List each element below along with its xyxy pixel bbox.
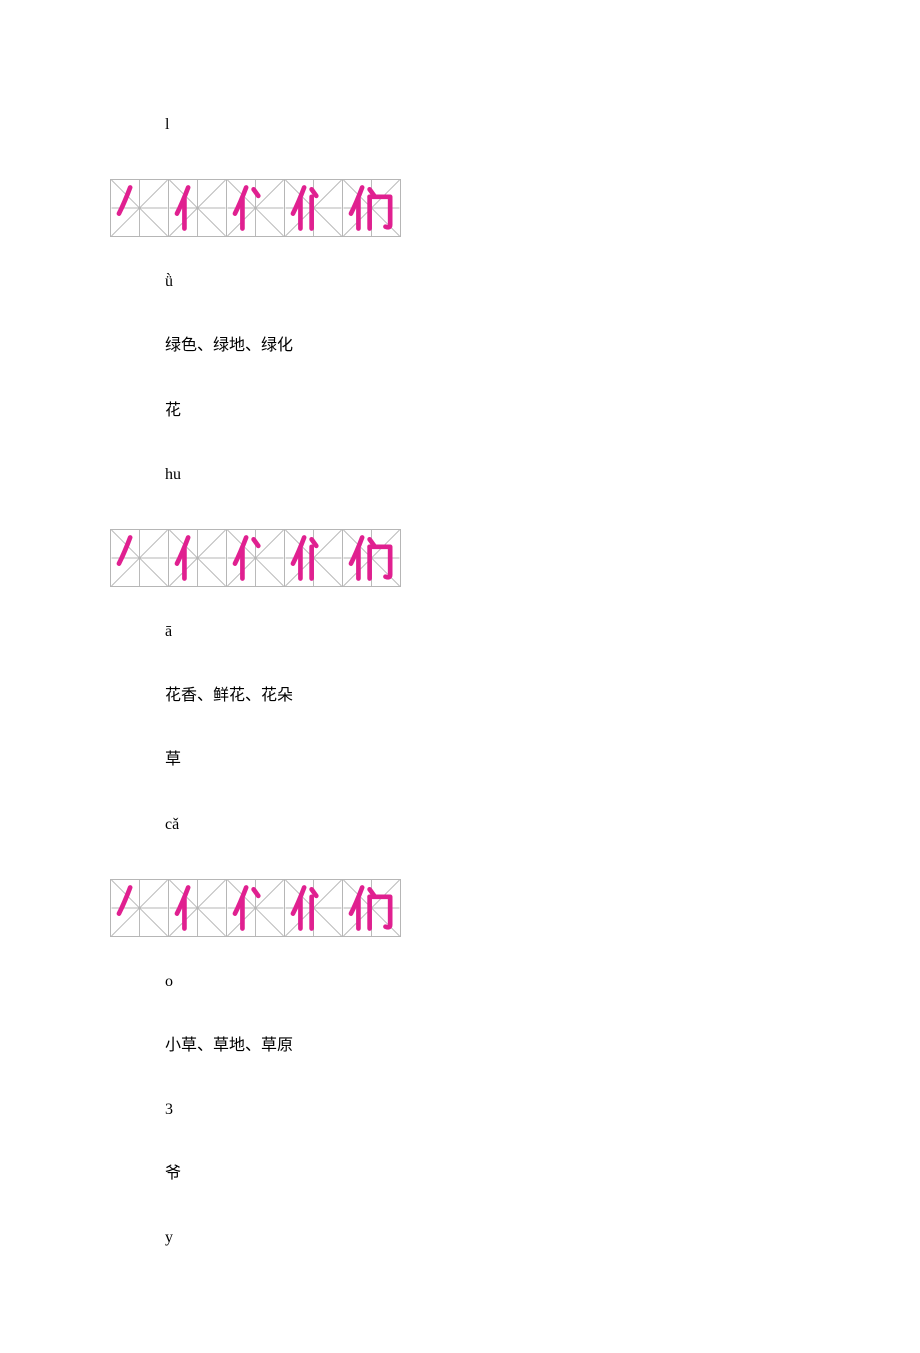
stroke-cell <box>285 179 343 237</box>
text-line: hu <box>165 465 920 484</box>
text-line: 花 <box>165 401 920 420</box>
stroke-cell <box>111 179 169 237</box>
stroke-glyph-icon <box>169 180 226 236</box>
text-line: 草 <box>165 750 920 769</box>
stroke-glyph-icon <box>285 180 342 236</box>
text-line: 爷 <box>165 1164 920 1183</box>
stroke-cell <box>169 879 227 937</box>
stroke-order-diagram <box>110 179 920 237</box>
stroke-glyph-icon <box>169 530 226 586</box>
stroke-cell <box>169 529 227 587</box>
stroke-glyph-icon <box>111 880 168 936</box>
stroke-cell <box>227 879 285 937</box>
stroke-glyph-icon <box>169 880 226 936</box>
stroke-glyph-icon <box>227 530 284 586</box>
stroke-cell <box>169 179 227 237</box>
text-line: y <box>165 1228 920 1247</box>
stroke-glyph-icon <box>227 880 284 936</box>
stroke-cell <box>285 529 343 587</box>
text-line: 绿色、绿地、绿化 <box>165 336 920 355</box>
stroke-cell <box>227 529 285 587</box>
stroke-cell <box>343 529 401 587</box>
text-line: ā <box>165 622 920 641</box>
stroke-glyph-icon <box>285 530 342 586</box>
page-content: l ǜ 绿色、绿地、绿化 花 hu ā 花香、鲜花、花朵 草 cǎ o 小草、草… <box>0 0 920 1353</box>
stroke-cell <box>111 529 169 587</box>
stroke-glyph-icon <box>343 880 400 936</box>
stroke-cell <box>285 879 343 937</box>
stroke-glyph-icon <box>343 180 400 236</box>
text-line: ǜ <box>165 272 920 291</box>
text-line: 3 <box>165 1100 920 1119</box>
stroke-cell <box>111 879 169 937</box>
stroke-glyph-icon <box>285 880 342 936</box>
stroke-order-diagram <box>110 529 920 587</box>
stroke-order-diagram <box>110 879 920 937</box>
stroke-cell <box>227 179 285 237</box>
stroke-glyph-icon <box>111 180 168 236</box>
text-line: 花香、鲜花、花朵 <box>165 686 920 705</box>
text-line: 小草、草地、草原 <box>165 1036 920 1055</box>
stroke-cell <box>343 179 401 237</box>
text-line: o <box>165 972 920 991</box>
stroke-glyph-icon <box>343 530 400 586</box>
text-line: cǎ <box>165 815 920 834</box>
text-line: l <box>165 115 920 134</box>
stroke-glyph-icon <box>111 530 168 586</box>
stroke-glyph-icon <box>227 180 284 236</box>
stroke-cell <box>343 879 401 937</box>
